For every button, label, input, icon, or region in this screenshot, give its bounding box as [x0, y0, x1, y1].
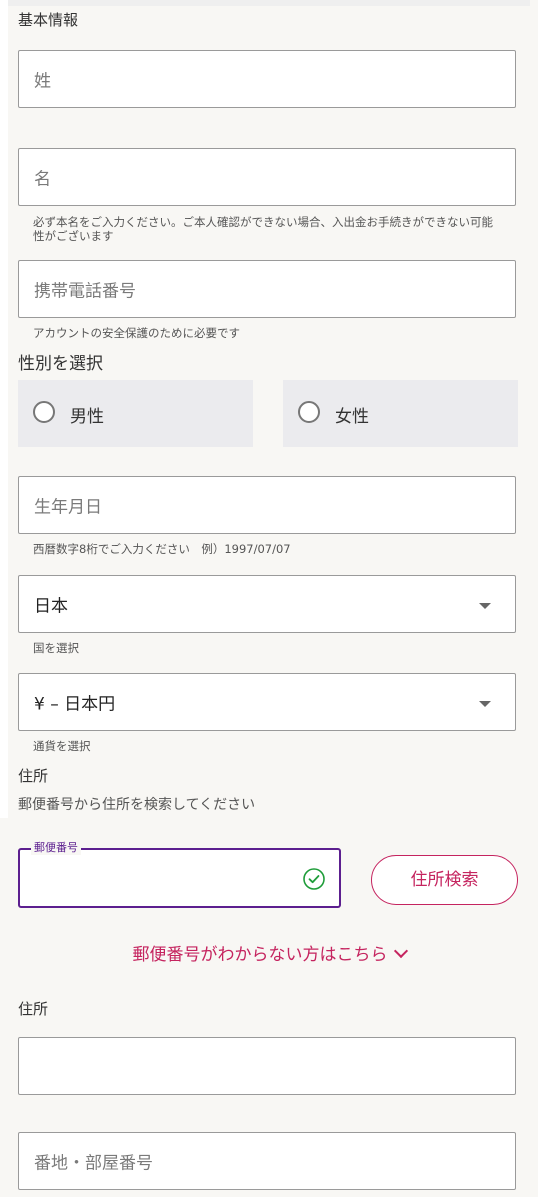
- chevron-down-icon: [479, 603, 491, 609]
- top-divider: [8, 0, 530, 6]
- birthdate-placeholder: 生年月日: [34, 497, 102, 518]
- address-search-button[interactable]: 住所検索: [371, 855, 518, 905]
- section-title-basic-info: 基本情報: [18, 11, 79, 29]
- chevron-down-icon[interactable]: [393, 943, 408, 959]
- gender-option-label: 男性: [70, 407, 104, 427]
- chevron-down-icon: [479, 701, 491, 707]
- gender-option-male[interactable]: 男性: [18, 380, 253, 447]
- currency-select[interactable]: ¥ – 日本円: [18, 673, 516, 731]
- radio-circle-icon[interactable]: [33, 401, 55, 423]
- birthdate-note: 西暦数字8桁でご入力ください 例）1997/07/07: [33, 542, 291, 556]
- check-circle-icon: [303, 868, 325, 890]
- currency-value: ¥ – 日本円: [34, 694, 116, 715]
- first-name-field[interactable]: 名: [18, 148, 516, 206]
- phone-field[interactable]: 携帯電話番号: [18, 260, 516, 318]
- last-name-placeholder: 姓: [34, 71, 51, 92]
- address-label: 住所: [18, 1000, 49, 1018]
- gender-option-label: 女性: [335, 407, 369, 427]
- postal-search-hint: 郵便番号から住所を検索してください: [18, 797, 256, 813]
- country-select[interactable]: 日本: [18, 575, 516, 633]
- postal-code-input[interactable]: 郵便番号: [18, 841, 341, 908]
- radio-circle-icon[interactable]: [298, 401, 320, 423]
- name-note: 必ず本名をご入力ください。ご本人確認ができない場合、入出金お手続きができない可能…: [33, 215, 493, 243]
- country-note: 国を選択: [33, 641, 79, 655]
- street-placeholder: 番地・部屋番号: [34, 1153, 153, 1174]
- unknown-postal-link-text[interactable]: 郵便番号がわからない方はこちら: [133, 945, 388, 965]
- phone-note: アカウントの安全保護のために必要です: [33, 326, 240, 340]
- first-name-placeholder: 名: [34, 169, 51, 190]
- gender-option-female[interactable]: 女性: [283, 380, 518, 447]
- country-value: 日本: [34, 596, 68, 617]
- postal-code-label: 郵便番号: [31, 841, 81, 855]
- unknown-postal-link[interactable]: 郵便番号がわからない方はこちら: [0, 940, 538, 965]
- birthdate-field[interactable]: 生年月日: [18, 476, 516, 534]
- phone-placeholder: 携帯電話番号: [34, 281, 136, 302]
- last-name-field[interactable]: 姓: [18, 50, 516, 108]
- currency-note: 通貨を選択: [33, 739, 91, 753]
- address-section-title: 住所: [18, 767, 49, 785]
- gender-title: 性別を選択: [18, 354, 103, 374]
- address-field[interactable]: [18, 1037, 516, 1095]
- street-field[interactable]: 番地・部屋番号: [18, 1132, 516, 1190]
